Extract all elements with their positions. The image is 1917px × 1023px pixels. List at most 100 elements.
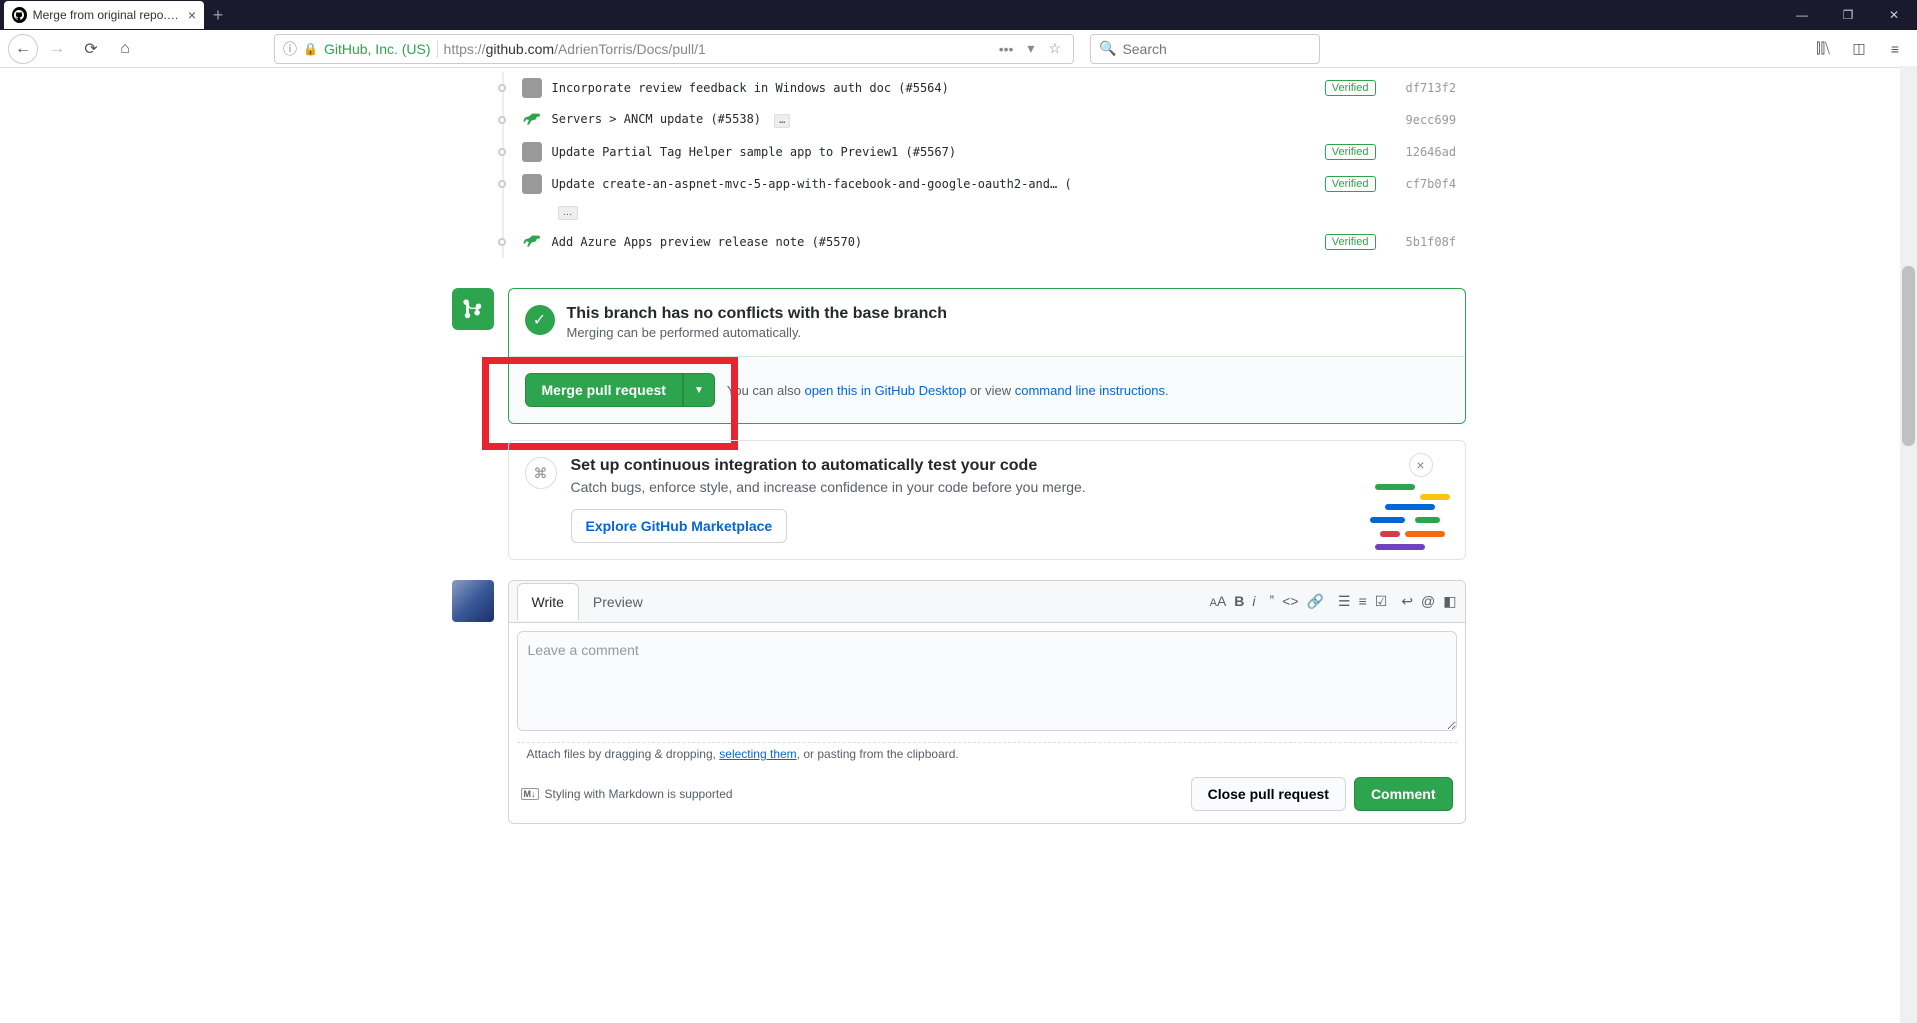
commit-message[interactable]: Update create-an-aspnet-mvc-5-app-with-f…: [552, 177, 1325, 191]
commit-row-continuation: …: [522, 200, 1466, 226]
quote-icon[interactable]: ˮ: [1270, 593, 1275, 610]
sidebar-icon[interactable]: ◫: [1845, 35, 1873, 63]
search-input[interactable]: [1122, 41, 1311, 57]
markdown-icon: M↓: [521, 788, 539, 800]
author-avatar[interactable]: [522, 78, 542, 98]
commit-message[interactable]: Servers > ANCM update (#5538) …: [552, 112, 1316, 128]
commit-row: Update create-an-aspnet-mvc-5-app-with-f…: [522, 168, 1466, 200]
open-desktop-link[interactable]: open this in GitHub Desktop: [804, 383, 966, 398]
expand-msg-button[interactable]: …: [558, 206, 578, 220]
comment-button[interactable]: Comment: [1354, 777, 1453, 811]
write-tab[interactable]: Write: [517, 583, 579, 621]
merge-hint: You can also open this in GitHub Desktop…: [727, 383, 1169, 398]
commit-message[interactable]: Add Azure Apps preview release note (#55…: [552, 235, 1325, 249]
code-icon[interactable]: <>: [1282, 593, 1298, 610]
window-minimize[interactable]: —: [1779, 0, 1825, 30]
explore-marketplace-button[interactable]: Explore GitHub Marketplace: [571, 509, 788, 543]
tab-close-icon[interactable]: ×: [188, 7, 196, 23]
home-button[interactable]: ⌂: [110, 34, 140, 64]
menu-icon[interactable]: ≡: [1881, 35, 1909, 63]
site-info-icon[interactable]: ⓘ: [283, 39, 297, 59]
new-tab-button[interactable]: +: [204, 5, 232, 26]
author-avatar[interactable]: [522, 110, 542, 130]
formatting-toolbar: AA B i ˮ <> 🔗 ☰ ≡ ☑ ↩: [1210, 593, 1457, 610]
page-actions-icon[interactable]: •••: [995, 41, 1018, 57]
commit-row: Incorporate review feedback in Windows a…: [522, 72, 1466, 104]
author-avatar[interactable]: [522, 174, 542, 194]
browser-tab[interactable]: Merge from original repo. by A ×: [4, 1, 204, 29]
markdown-hint[interactable]: M↓ Styling with Markdown is supported: [521, 787, 733, 801]
reload-button[interactable]: ⟳: [76, 34, 106, 64]
commit-sha[interactable]: 5b1f08f: [1406, 235, 1466, 249]
forward-button: →: [42, 34, 72, 64]
comment-tabs: Write Preview AA B i ˮ <> 🔗 ☰ ≡: [509, 581, 1465, 623]
check-icon: ✓: [525, 305, 555, 335]
verified-badge[interactable]: Verified: [1325, 176, 1376, 192]
pocket-icon[interactable]: ▾: [1023, 40, 1038, 57]
window-maximize[interactable]: ❐: [1825, 0, 1871, 30]
close-pr-button[interactable]: Close pull request: [1191, 777, 1346, 811]
verified-badge[interactable]: Verified: [1325, 144, 1376, 160]
ci-subtitle: Catch bugs, enforce style, and increase …: [571, 479, 1086, 495]
select-files-link[interactable]: selecting them: [719, 747, 796, 761]
commit-message[interactable]: Incorporate review feedback in Windows a…: [552, 81, 1325, 95]
merge-pull-request-button[interactable]: Merge pull request: [525, 373, 683, 407]
commit-sha[interactable]: cf7b0f4: [1406, 177, 1466, 191]
commit-message[interactable]: Update Partial Tag Helper sample app to …: [552, 145, 1325, 159]
commit-row: Update Partial Tag Helper sample app to …: [522, 136, 1466, 168]
org-name: GitHub, Inc. (US): [324, 41, 431, 57]
author-avatar[interactable]: [522, 142, 542, 162]
expand-msg-button[interactable]: …: [774, 114, 790, 128]
link-icon[interactable]: 🔗: [1307, 593, 1324, 610]
scrollbar[interactable]: [1900, 66, 1917, 1023]
commit-row: Servers > ANCM update (#5538) … 9ecc699: [522, 104, 1466, 136]
timeline-dot: [498, 148, 506, 156]
back-button[interactable]: ←: [8, 34, 38, 64]
ul-icon[interactable]: ☰: [1338, 593, 1351, 610]
address-bar[interactable]: ⓘ 🔒 GitHub, Inc. (US) https://github.com…: [274, 34, 1074, 64]
timeline-dot: [498, 116, 506, 124]
reply-icon[interactable]: ↩: [1401, 593, 1413, 610]
url-text: https://github.com/AdrienTorris/Docs/pul…: [444, 41, 706, 57]
merge-status-subtitle: Merging can be performed automatically.: [567, 325, 948, 340]
commit-sha[interactable]: 12646ad: [1406, 145, 1466, 159]
ci-title: Set up continuous integration to automat…: [571, 457, 1086, 475]
commit-sha[interactable]: 9ecc699: [1406, 113, 1466, 127]
commit-sha[interactable]: df713f2: [1406, 81, 1466, 95]
task-icon[interactable]: ☑: [1375, 593, 1388, 610]
marketplace-icon: ⌘: [525, 457, 557, 489]
commit-row: Add Azure Apps preview release note (#55…: [522, 226, 1466, 258]
italic-icon[interactable]: i: [1252, 593, 1255, 610]
comment-textarea[interactable]: [517, 631, 1457, 731]
saved-reply-icon[interactable]: ◧: [1443, 593, 1456, 610]
ci-decoration: [1365, 479, 1465, 559]
search-bar[interactable]: 🔍: [1090, 34, 1320, 64]
user-avatar[interactable]: [452, 580, 494, 622]
ol-icon[interactable]: ≡: [1359, 593, 1367, 610]
cli-instructions-link[interactable]: command line instructions: [1015, 383, 1165, 398]
window-close[interactable]: ✕: [1871, 0, 1917, 30]
window-titlebar: Merge from original repo. by A × + — ❐ ✕: [0, 0, 1917, 30]
mention-icon[interactable]: @: [1421, 593, 1435, 610]
tab-title: Merge from original repo. by A: [33, 8, 180, 22]
commits-list: Incorporate review feedback in Windows a…: [522, 68, 1466, 258]
merge-icon: [452, 288, 494, 330]
ci-suggestion-box: ⌘ Set up continuous integration to autom…: [508, 440, 1466, 560]
heading-icon[interactable]: AA: [1210, 593, 1227, 610]
attach-hint: Attach files by dragging & dropping, sel…: [517, 742, 1457, 769]
author-avatar[interactable]: [522, 232, 542, 252]
bookmark-star-icon[interactable]: ☆: [1044, 40, 1065, 57]
preview-tab[interactable]: Preview: [579, 584, 657, 620]
verified-badge[interactable]: Verified: [1325, 80, 1376, 96]
scrollbar-thumb[interactable]: [1902, 266, 1915, 446]
browser-toolbar: ← → ⟳ ⌂ ⓘ 🔒 GitHub, Inc. (US) https://gi…: [0, 30, 1917, 68]
bold-icon[interactable]: B: [1234, 593, 1244, 610]
comment-box: Write Preview AA B i ˮ <> 🔗 ☰ ≡: [508, 580, 1466, 824]
timeline-dot: [498, 84, 506, 92]
verified-badge[interactable]: Verified: [1325, 234, 1376, 250]
merge-dropdown-button[interactable]: ▼: [683, 373, 715, 407]
library-icon[interactable]: ⫿⫿⧹: [1809, 35, 1837, 63]
lock-icon: 🔒: [303, 42, 318, 56]
github-favicon: [12, 7, 27, 23]
dismiss-ci-button[interactable]: ×: [1409, 453, 1433, 477]
